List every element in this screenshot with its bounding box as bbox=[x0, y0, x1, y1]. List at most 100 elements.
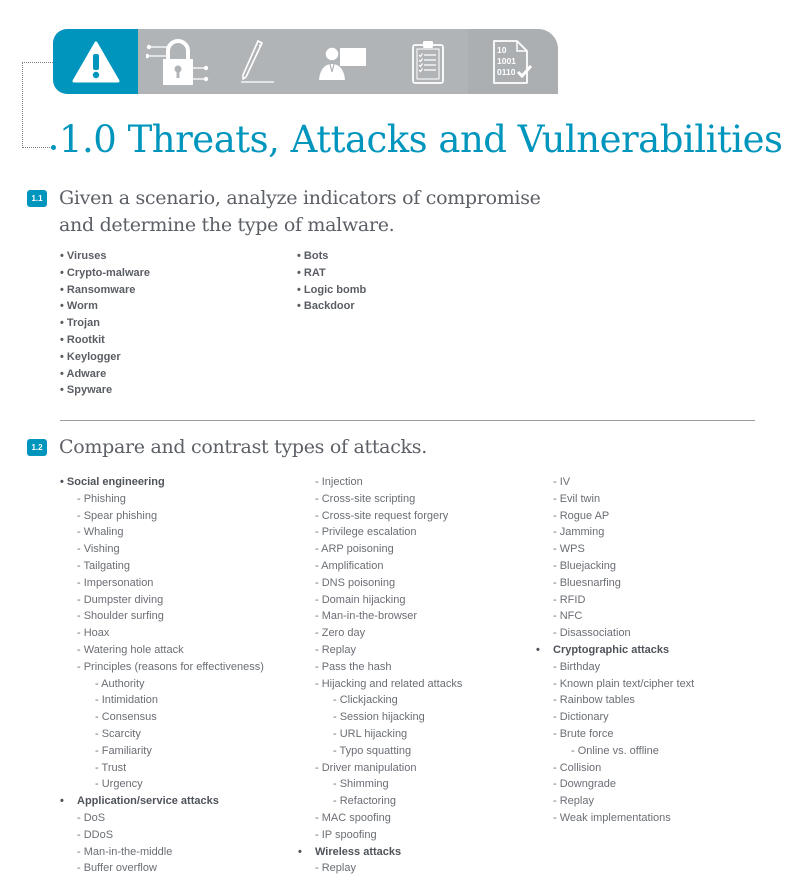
page-title: 1.0 Threats, Attacks and Vulnerabilities bbox=[59, 118, 783, 161]
attack-category: • Cryptographic attacks bbox=[536, 642, 694, 659]
attack-item: - Man-in-the-middle bbox=[77, 845, 173, 858]
bullet-marker: • bbox=[60, 795, 64, 808]
attack-item: - Dictionary bbox=[553, 711, 609, 724]
attack-item: - Shoulder surfing bbox=[77, 610, 164, 623]
binary-document-check-icon: 10 1001 0110 bbox=[493, 39, 533, 84]
attack-item: - URL hijacking bbox=[333, 727, 408, 740]
attack-item: - Rogue AP bbox=[553, 509, 610, 522]
attack-category: • Wireless attacks bbox=[298, 844, 462, 861]
attack-item: - IV bbox=[553, 476, 571, 488]
tab-cryptography[interactable]: 10 1001 0110 bbox=[468, 29, 558, 94]
connector-line-vertical bbox=[22, 62, 23, 148]
attack-item: - Watering hole attack bbox=[77, 643, 184, 656]
attack-item: - Birthday bbox=[553, 660, 601, 673]
attack-item: - Refactoring bbox=[333, 795, 396, 808]
pen-icon bbox=[241, 39, 274, 83]
clipboard-checklist-icon bbox=[412, 40, 444, 84]
attack-item: - Replay bbox=[315, 643, 356, 656]
attack-item: - Bluesnarfing bbox=[553, 576, 621, 589]
attack-item: - Replay bbox=[315, 862, 356, 875]
malware-item: • Trojan bbox=[60, 317, 100, 330]
attack-category: • Application/service attacks bbox=[60, 793, 264, 810]
attack-item: - DoS bbox=[77, 811, 106, 824]
attack-item: - Zero day bbox=[315, 627, 366, 640]
malware-item: • Backdoor bbox=[297, 300, 355, 313]
attack-item: - MAC spoofing bbox=[315, 811, 391, 824]
tab-threats[interactable] bbox=[53, 29, 138, 94]
malware-item: • Logic bomb bbox=[297, 283, 367, 296]
binary-line-2: 1001 bbox=[497, 56, 516, 66]
attack-item: - Urgency bbox=[95, 778, 143, 791]
section-divider bbox=[60, 420, 755, 421]
attack-item: - Evil twin bbox=[553, 492, 601, 505]
attacks-list-col2: - Injection - Cross-site scripting - Cross… bbox=[298, 474, 462, 877]
attack-item: - Consensus bbox=[95, 711, 157, 724]
section-title-1-1: Given a scenario, analyze indicators of … bbox=[59, 185, 541, 239]
binary-line-3: 0110 bbox=[497, 67, 516, 77]
attack-category-label: Cryptographic attacks bbox=[553, 643, 670, 656]
malware-item: • Crypto-malware bbox=[60, 266, 151, 279]
attack-item: - Downgrade bbox=[553, 778, 616, 791]
attack-item: - Principles (reasons for effectiveness) bbox=[77, 660, 264, 673]
attack-item: - Scarcity bbox=[95, 727, 141, 740]
domain-tab-bar: 10 1001 0110 bbox=[53, 29, 558, 94]
tab-implementation[interactable] bbox=[218, 29, 298, 94]
attacks-list-col1: • Social engineering - Phishing - Spear ph… bbox=[60, 474, 264, 877]
attack-item: - Cross-site scripting bbox=[315, 492, 416, 505]
attacks-list-col3: - IV - Evil twin - Rogue AP - Jamming - WPS -… bbox=[536, 474, 694, 827]
malware-item: • Spyware bbox=[60, 384, 113, 397]
attack-item: - Collision bbox=[553, 761, 602, 774]
section-title-1-1-line2: and determine the type of malware. bbox=[59, 214, 395, 236]
attack-item: - Authority bbox=[95, 677, 145, 690]
attack-item: - IP spoofing bbox=[315, 828, 377, 841]
attack-item: - Man-in-the-browser bbox=[315, 610, 418, 623]
malware-list-col2: • Bots • RAT • Logic bomb • Backdoor bbox=[297, 248, 366, 315]
attack-item: - Trust bbox=[95, 761, 127, 774]
attack-item: - Injection bbox=[315, 476, 363, 488]
binary-line-1: 10 bbox=[497, 45, 507, 55]
attack-item: - Weak implementations bbox=[553, 811, 671, 824]
malware-item: • Adware bbox=[60, 367, 107, 380]
attack-item: - Amplification bbox=[315, 559, 384, 572]
connector-line-top bbox=[22, 62, 53, 63]
attack-item: - Hoax bbox=[77, 627, 110, 640]
attack-item: - Pass the hash bbox=[315, 660, 392, 673]
attack-item: - Typo squatting bbox=[333, 744, 412, 757]
malware-item: • Keylogger bbox=[60, 350, 121, 363]
attack-item: - Spear phishing bbox=[77, 509, 158, 522]
attack-item: - Buffer overflow bbox=[77, 862, 157, 875]
attack-item: - WPS bbox=[553, 543, 585, 556]
attack-item: - Familiarity bbox=[95, 744, 152, 757]
attack-item: - Known plain text/cipher text bbox=[553, 677, 695, 690]
attack-item: - Phishing bbox=[77, 492, 126, 505]
presenter-icon bbox=[319, 45, 366, 80]
attack-item: - Privilege escalation bbox=[315, 526, 417, 539]
padlock-network-icon bbox=[146, 38, 209, 85]
attack-item: - ARP poisoning bbox=[315, 543, 394, 556]
attack-item: - Intimidation bbox=[95, 694, 158, 707]
attack-category-label: Wireless attacks bbox=[315, 845, 402, 858]
section-title-1-2: Compare and contrast types of attacks. bbox=[59, 436, 427, 458]
attack-item: - Impersonation bbox=[77, 576, 154, 589]
attack-item: - Domain hijacking bbox=[315, 593, 406, 606]
attack-item: - Rainbow tables bbox=[553, 694, 635, 707]
tab-governance[interactable] bbox=[388, 29, 468, 94]
tab-architecture[interactable] bbox=[138, 29, 218, 94]
attack-item: - Dumpster diving bbox=[77, 593, 164, 606]
malware-item: • RAT bbox=[297, 266, 326, 279]
attack-item: - Cross-site request forgery bbox=[315, 509, 449, 522]
malware-item: • Rootkit bbox=[60, 333, 105, 346]
attack-item: - Vishing bbox=[77, 543, 120, 556]
warning-icon bbox=[72, 41, 119, 82]
attack-item: - Hijacking and related attacks bbox=[315, 677, 463, 690]
malware-item: • Bots bbox=[297, 250, 329, 262]
attack-item: - NFC bbox=[553, 610, 583, 623]
attack-item: - Tailgating bbox=[77, 559, 130, 572]
attack-item: - Replay bbox=[553, 795, 594, 808]
malware-item: • Ransomware bbox=[60, 283, 136, 296]
malware-item: • Viruses bbox=[60, 250, 107, 262]
attack-item: - RFID bbox=[553, 593, 586, 606]
section-title-1-1-line1: Given a scenario, analyze indicators of … bbox=[59, 187, 541, 209]
attack-item: - Driver manipulation bbox=[315, 761, 417, 774]
tab-operations[interactable] bbox=[298, 29, 388, 94]
